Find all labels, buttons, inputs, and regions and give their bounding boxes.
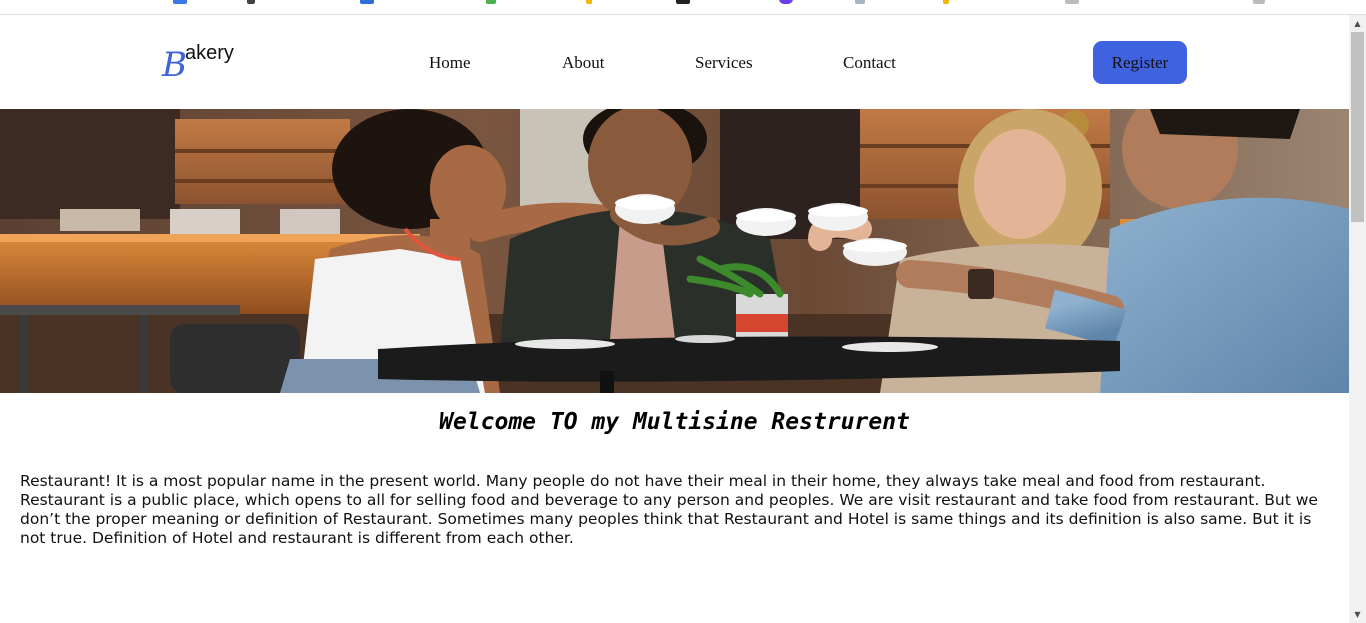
brand-name: akery — [185, 42, 234, 64]
bookmark-icon[interactable] — [173, 0, 187, 4]
bookmark-icon[interactable] — [943, 0, 949, 4]
bookmarks-bar — [0, 0, 1366, 15]
nav-link-about[interactable]: About — [562, 53, 605, 73]
register-button[interactable]: Register — [1093, 41, 1187, 84]
scroll-up-arrow-icon[interactable]: ▲ — [1349, 15, 1366, 32]
intro-paragraph: Restaurant! It is a most popular name in… — [20, 472, 1318, 547]
brand-initial: B — [162, 45, 187, 85]
brand-logo[interactable]: Bakery — [162, 42, 234, 85]
scroll-down-arrow-icon[interactable]: ▼ — [1349, 606, 1366, 623]
scrollbar-thumb[interactable] — [1351, 32, 1364, 222]
nav-link-contact[interactable]: Contact — [843, 53, 896, 73]
page-heading: Welcome TO my Multisine Restrurent — [439, 409, 910, 435]
bookmark-icon[interactable] — [855, 0, 865, 4]
navbar: Bakery Home About Services Contact Regis… — [0, 15, 1349, 109]
bookmark-icon[interactable] — [486, 0, 496, 4]
hero-photo-illustration — [0, 109, 1349, 393]
bookmark-icon[interactable] — [360, 0, 374, 4]
nav-link-services[interactable]: Services — [695, 53, 753, 73]
bookmark-icon[interactable] — [586, 0, 592, 4]
vertical-scrollbar[interactable]: ▲ ▼ — [1349, 15, 1366, 623]
bookmark-icon[interactable] — [1253, 0, 1265, 4]
hero-image — [0, 109, 1349, 393]
nav-link-home[interactable]: Home — [429, 53, 471, 73]
bookmark-icon[interactable] — [1065, 0, 1079, 4]
bookmark-icon[interactable] — [247, 0, 255, 4]
bookmark-icon[interactable] — [779, 0, 793, 4]
web-page: Bakery Home About Services Contact Regis… — [0, 15, 1349, 623]
bookmark-icon[interactable] — [676, 0, 690, 4]
